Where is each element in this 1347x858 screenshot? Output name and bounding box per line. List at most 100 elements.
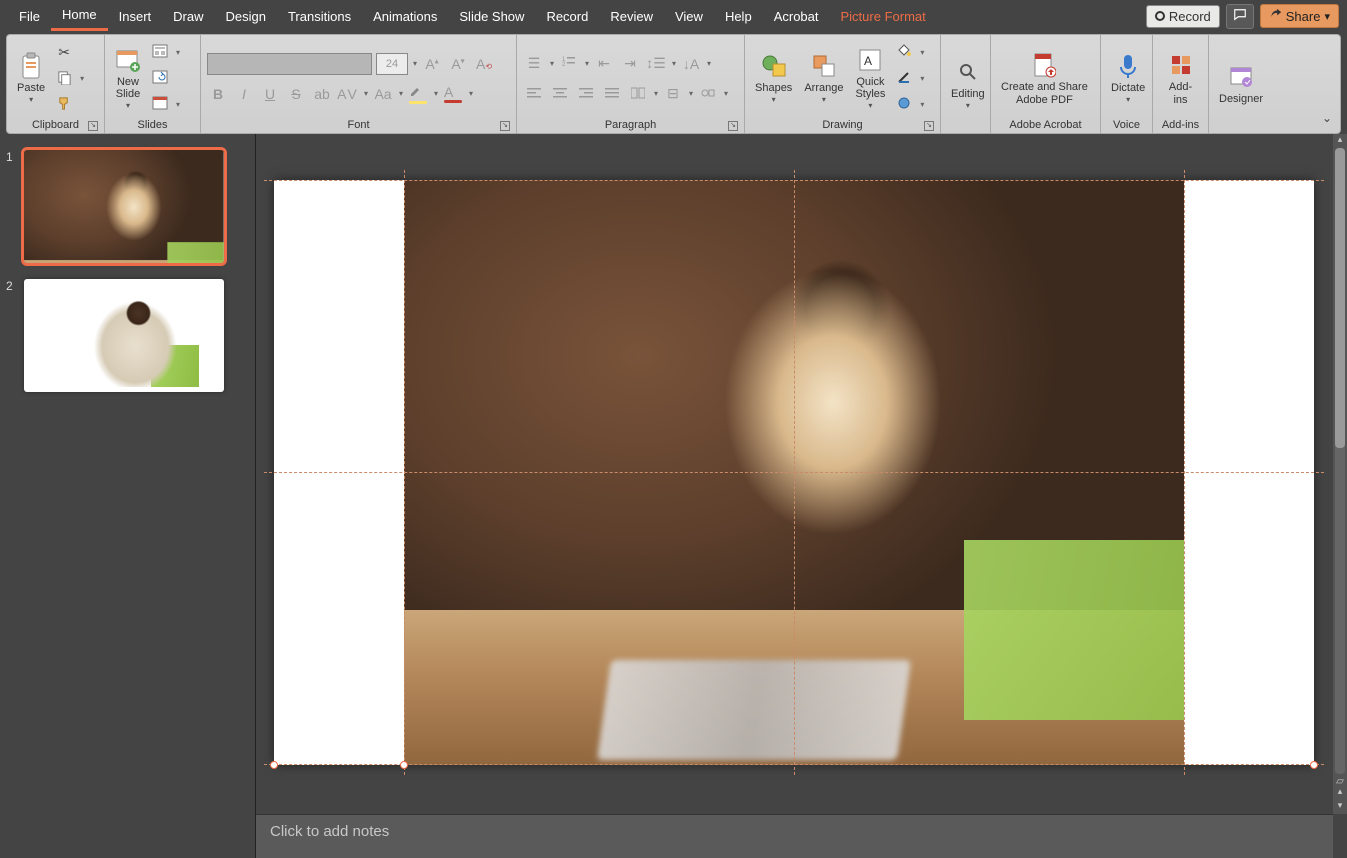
decrease-indent-button[interactable]: ⇤ [593,53,615,75]
selection-handle[interactable] [1310,761,1318,769]
align-right-button[interactable] [575,83,597,105]
collapse-ribbon-button[interactable]: ⌄ [1322,111,1332,125]
next-slide-button[interactable]: ▾ [1333,800,1347,814]
arrange-button[interactable]: Arrange▾ [800,50,847,107]
align-center-button[interactable] [549,83,571,105]
comments-button[interactable] [1226,4,1254,29]
numbering-button[interactable]: 12 [558,53,580,75]
chevron-down-icon[interactable]: ▾ [80,74,84,83]
tab-draw[interactable]: Draw [162,3,214,30]
new-slide-button[interactable]: New Slide ▾ [111,44,145,113]
scroll-up-button[interactable]: ▴ [1333,134,1347,148]
chevron-down-icon[interactable]: ▾ [672,59,676,68]
text-direction-button[interactable]: ↓A [680,53,702,75]
italic-button[interactable]: I [233,83,255,105]
tab-help[interactable]: Help [714,3,763,30]
chevron-down-icon[interactable]: ▾ [399,89,403,98]
shape-outline-button[interactable] [893,68,915,90]
layout-button[interactable] [149,42,171,64]
chevron-down-icon[interactable]: ▾ [176,48,180,57]
chevron-down-icon[interactable]: ▾ [585,59,589,68]
designer-button[interactable]: Designer [1215,61,1267,107]
shadow-button[interactable]: ab [311,83,333,105]
numbering-icon: 12 [562,55,576,72]
chevron-down-icon[interactable]: ▾ [413,59,417,68]
tab-slide-show[interactable]: Slide Show [448,3,535,30]
chevron-down-icon[interactable]: ▾ [724,89,728,98]
decrease-font-button[interactable]: A▾ [447,53,469,75]
previous-slide-button[interactable]: ▴ [1333,786,1347,800]
chevron-down-icon[interactable]: ▾ [920,74,924,83]
font-name-input[interactable] [207,53,372,75]
addins-button[interactable]: Add-ins [1159,49,1202,107]
slide-thumbnail-1[interactable] [24,150,224,263]
tab-review[interactable]: Review [599,3,664,30]
tab-record[interactable]: Record [535,3,599,30]
clipboard-dialog-launcher[interactable]: ↘ [88,121,98,131]
columns-button[interactable] [627,83,649,105]
underline-button[interactable]: U [259,83,281,105]
align-left-button[interactable] [523,83,545,105]
share-button[interactable]: Share ▾ [1260,4,1339,28]
char-spacing-button[interactable]: AV [337,83,359,105]
section-button[interactable] [149,94,171,116]
tab-animations[interactable]: Animations [362,3,448,30]
font-dialog-launcher[interactable]: ↘ [500,121,510,131]
copy-button[interactable] [53,68,75,90]
chevron-down-icon[interactable]: ▾ [920,48,924,57]
smartart-button[interactable] [697,83,719,105]
cut-button[interactable]: ✂ [53,42,75,64]
notes-pane[interactable]: Click to add notes [256,814,1333,858]
shape-effects-button[interactable] [893,94,915,116]
tab-acrobat[interactable]: Acrobat [763,3,830,30]
shape-fill-button[interactable] [893,42,915,64]
align-text-button[interactable]: ⊟ [662,83,684,105]
drawing-dialog-launcher[interactable]: ↘ [924,121,934,131]
increase-font-button[interactable]: A▴ [421,53,443,75]
tab-design[interactable]: Design [215,3,277,30]
dictate-button[interactable]: Dictate▾ [1107,50,1149,107]
slide-thumbnail-pane[interactable]: 1 2 [0,134,256,858]
reset-slide-button[interactable] [149,68,171,90]
tab-home[interactable]: Home [51,1,108,31]
chevron-down-icon[interactable]: ▾ [469,89,473,98]
shapes-button[interactable]: Shapes▾ [751,50,796,107]
chevron-down-icon[interactable]: ▾ [176,100,180,109]
chevron-down-icon[interactable]: ▾ [707,59,711,68]
scroll-thumb[interactable] [1335,148,1345,448]
tab-file[interactable]: File [8,3,51,30]
font-color-button[interactable]: A [442,83,464,105]
selection-handle[interactable] [270,761,278,769]
paste-button[interactable]: Paste ▾ [13,50,49,107]
create-share-pdf-button[interactable]: Create and Share Adobe PDF [997,49,1092,107]
bold-button[interactable]: B [207,83,229,105]
justify-button[interactable] [601,83,623,105]
font-size-input[interactable] [376,53,408,75]
bullets-button[interactable]: ☰ [523,53,545,75]
chevron-down-icon[interactable]: ▾ [654,89,658,98]
chevron-down-icon[interactable]: ▾ [550,59,554,68]
clear-formatting-button[interactable]: A⟲ [473,53,495,75]
change-case-button[interactable]: Aa [372,83,394,105]
tab-picture-format[interactable]: Picture Format [830,3,937,30]
editing-button[interactable]: Editing▾ [947,56,989,113]
slide-canvas[interactable] [274,180,1314,765]
record-button[interactable]: Record [1146,5,1220,28]
increase-indent-button[interactable]: ⇥ [619,53,641,75]
chevron-down-icon[interactable]: ▾ [364,89,368,98]
tab-transitions[interactable]: Transitions [277,3,362,30]
tab-view[interactable]: View [664,3,714,30]
strikethrough-button[interactable]: S [285,83,307,105]
chevron-down-icon[interactable]: ▾ [689,89,693,98]
chevron-down-icon[interactable]: ▾ [434,89,438,98]
highlight-button[interactable] [407,83,429,105]
chevron-down-icon[interactable]: ▾ [920,100,924,109]
line-spacing-button[interactable]: ↕☰ [645,53,667,75]
vertical-scrollbar[interactable]: ▴ ▱ ▴ ▾ [1333,134,1347,814]
format-painter-button[interactable] [53,94,75,116]
slide-thumbnail-2[interactable] [24,279,224,392]
selection-handle[interactable] [400,761,408,769]
tab-insert[interactable]: Insert [108,3,163,30]
paragraph-dialog-launcher[interactable]: ↘ [728,121,738,131]
quick-styles-button[interactable]: A Quick Styles▾ [851,44,889,113]
